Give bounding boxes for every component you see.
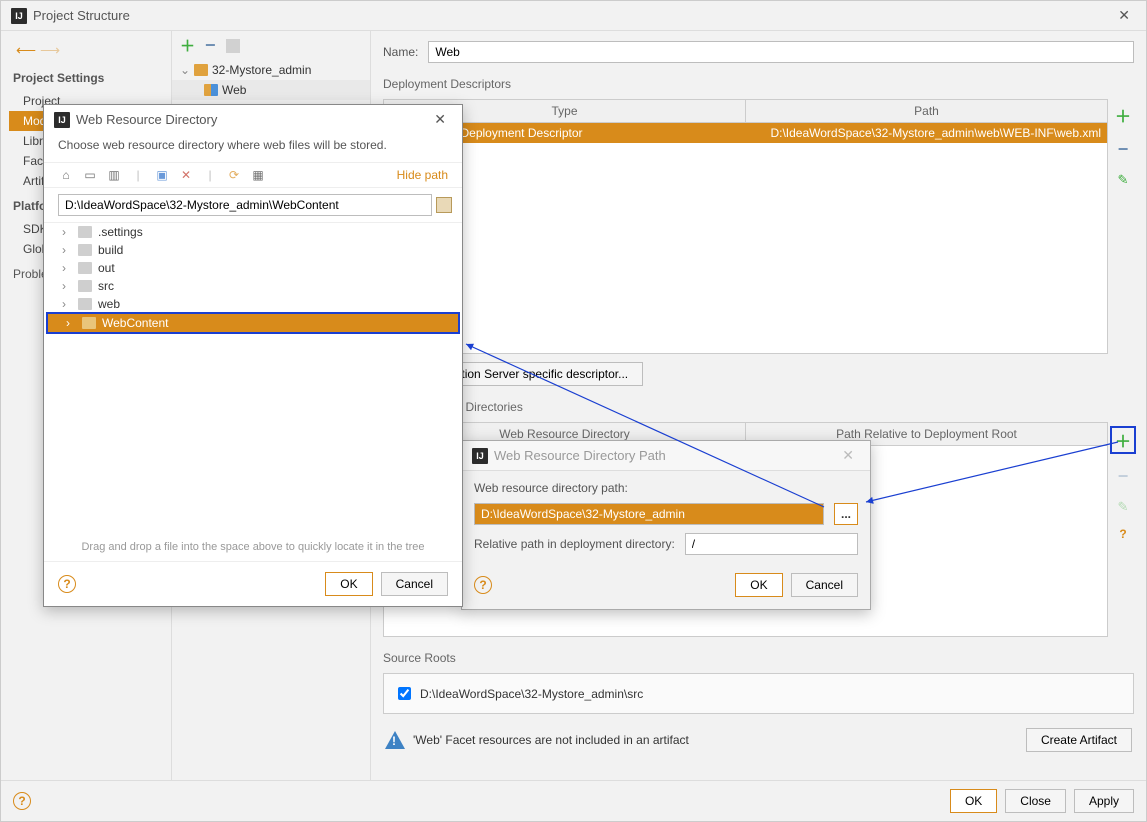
descriptor-row[interactable]: Web Module Deployment Descriptor D:\Idea… (384, 123, 1107, 143)
tree-module-root[interactable]: ⌄ 32-Mystore_admin (172, 60, 370, 80)
folder-icon (78, 262, 92, 274)
tree-node-selected[interactable]: ›WebContent (46, 312, 460, 334)
intellij-icon: IJ (54, 112, 70, 128)
close-icon[interactable]: ✕ (1112, 7, 1136, 24)
dlg2-ok-button[interactable]: OK (735, 573, 782, 597)
tree-node[interactable]: ›out (44, 259, 462, 277)
tree-node[interactable]: ›web (44, 295, 462, 313)
deploy-descriptors-title: Deployment Descriptors (383, 71, 1134, 91)
facet-name-input[interactable] (428, 41, 1134, 63)
intellij-icon: IJ (11, 8, 27, 24)
new-folder-icon[interactable]: ▣ (154, 167, 170, 183)
warning-text: 'Web' Facet resources are not included i… (413, 733, 689, 747)
dlg2-relative-label: Relative path in deployment directory: (474, 537, 675, 551)
main-apply-button[interactable]: Apply (1074, 789, 1134, 813)
module-folder-icon (194, 64, 208, 76)
dlg2-close-icon[interactable]: ✕ (836, 447, 860, 464)
nav-back-icon[interactable]: ⟵ (17, 41, 35, 59)
dlg2-path-input[interactable]: D:\IdeaWordSpace\32-Mystore_admin (474, 503, 824, 525)
tree-node[interactable]: ›build (44, 241, 462, 259)
clipboard-icon[interactable] (436, 197, 452, 213)
caret-down-icon: ⌄ (180, 63, 190, 77)
dlg2-cancel-button[interactable]: Cancel (791, 573, 858, 597)
descriptor-edit-icon[interactable]: ✎ (1118, 172, 1129, 188)
dlg1-hint: Drag and drop a file into the space abov… (44, 533, 462, 561)
folder-icon (78, 244, 92, 256)
module-name: 32-Mystore_admin (212, 63, 311, 77)
section-project-settings: Project Settings (9, 63, 171, 91)
dlg2-help-icon[interactable]: ? (474, 576, 492, 594)
dlg2-browse-button[interactable]: ... (834, 503, 858, 525)
dlg1-close-icon[interactable]: ✕ (428, 111, 452, 128)
dlg1-cancel-button[interactable]: Cancel (381, 572, 448, 596)
main-close-button[interactable]: Close (1005, 789, 1066, 813)
webres-edit-icon: ✎ (1118, 499, 1129, 515)
folder-icon (78, 226, 92, 238)
dlg1-help-icon[interactable]: ? (58, 575, 76, 593)
add-module-icon[interactable]: ＋ (180, 35, 195, 56)
source-root-path: D:\IdeaWordSpace\32-Mystore_admin\src (420, 687, 643, 701)
create-artifact-button[interactable]: Create Artifact (1026, 728, 1132, 752)
source-root-checkbox[interactable]: D:\IdeaWordSpace\32-Mystore_admin\src (394, 684, 643, 703)
tree-facet-web[interactable]: Web (172, 80, 370, 100)
deploy-descriptors-table: Type Path Web Module Deployment Descript… (383, 99, 1108, 354)
show-hidden-icon[interactable]: ▦ (250, 167, 266, 183)
facet-name: Web (222, 83, 246, 97)
remove-module-icon[interactable]: − (205, 35, 216, 56)
hide-path-link[interactable]: Hide path (397, 168, 448, 182)
dialog-choose-directory: IJ Web Resource Directory ✕ Choose web r… (43, 104, 463, 607)
project-icon[interactable]: ▥ (106, 167, 122, 183)
dlg1-title: Web Resource Directory (76, 112, 428, 127)
delete-icon[interactable]: ✕ (178, 167, 194, 183)
dlg1-tree: ›.settings ›build ›out ›src ›web ›WebCon… (44, 222, 462, 533)
nav-forward-icon[interactable]: ⟶ (41, 41, 59, 59)
dlg2-relative-input[interactable] (685, 533, 858, 555)
dlg2-path-label: Web resource directory path: (474, 481, 858, 495)
dialog-webres-path: IJ Web Resource Directory Path ✕ Web res… (461, 440, 871, 610)
main-titlebar: IJ Project Structure ✕ (1, 1, 1146, 31)
source-roots-title: Source Roots (383, 645, 1134, 665)
main-ok-button[interactable]: OK (950, 789, 997, 813)
window-title: Project Structure (33, 8, 1112, 23)
dlg1-ok-button[interactable]: OK (325, 572, 372, 596)
tree-node[interactable]: ›.settings (44, 223, 462, 241)
folder-icon (78, 280, 92, 292)
main-help-icon[interactable]: ? (13, 792, 31, 810)
descriptor-add-icon[interactable]: ＋ (1115, 103, 1131, 127)
name-label: Name: (383, 45, 418, 59)
desktop-icon[interactable]: ▭ (82, 167, 98, 183)
copy-icon[interactable] (226, 39, 240, 53)
folder-icon (82, 317, 96, 329)
tree-node[interactable]: ›src (44, 277, 462, 295)
refresh-icon[interactable]: ⟳ (226, 167, 242, 183)
dlg1-path-input[interactable] (58, 194, 432, 216)
web-facet-icon (204, 84, 218, 96)
web-resource-dirs-title: Web Resource Directories (383, 394, 1134, 414)
intellij-icon: IJ (472, 448, 488, 464)
descriptor-path: D:\IdeaWordSpace\32-Mystore_admin\web\WE… (746, 123, 1108, 143)
webres-remove-icon: − (1118, 466, 1129, 487)
source-roots-box: D:\IdeaWordSpace\32-Mystore_admin\src (383, 673, 1134, 714)
folder-icon (78, 298, 92, 310)
dlg1-message: Choose web resource directory where web … (44, 134, 462, 162)
source-root-check[interactable] (398, 687, 411, 700)
webres-help-icon[interactable]: ? (1119, 527, 1126, 541)
home-icon[interactable]: ⌂ (58, 167, 74, 183)
col-path: Path (746, 100, 1107, 122)
webres-add-icon[interactable]: ＋ (1110, 426, 1136, 454)
dlg2-title: Web Resource Directory Path (494, 448, 836, 463)
descriptor-remove-icon[interactable]: − (1118, 139, 1129, 160)
warning-icon (385, 731, 405, 749)
